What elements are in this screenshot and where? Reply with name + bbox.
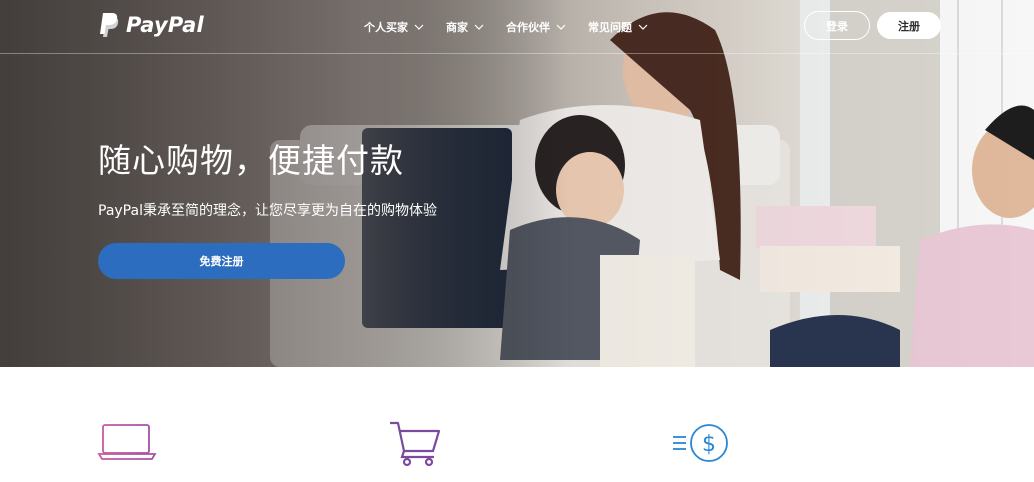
features-section: $ bbox=[0, 367, 1034, 482]
menu-item-label: 合作伙伴 bbox=[506, 21, 550, 34]
menu-item-faq[interactable]: 常见问题 bbox=[588, 19, 648, 35]
chevron-down-icon bbox=[556, 24, 566, 30]
chevron-down-icon bbox=[414, 24, 424, 30]
paypal-logo[interactable]: PayPal bbox=[98, 12, 204, 38]
hero-section: PayPal 个人买家 商家 合作伙伴 常见问题 登录 注册 随心购物，便捷付款… bbox=[0, 0, 1034, 367]
login-button[interactable]: 登录 bbox=[804, 11, 870, 40]
chevron-down-icon bbox=[638, 24, 648, 30]
main-menu: 个人买家 商家 合作伙伴 常见问题 bbox=[364, 19, 670, 35]
menu-item-business[interactable]: 商家 bbox=[446, 19, 484, 35]
menu-item-personal[interactable]: 个人买家 bbox=[364, 19, 424, 35]
paypal-p-icon bbox=[100, 13, 119, 37]
svg-text:$: $ bbox=[702, 432, 716, 457]
chevron-down-icon bbox=[474, 24, 484, 30]
fast-payment-dollar-icon: $ bbox=[673, 424, 728, 462]
shopping-cart-icon bbox=[390, 421, 441, 467]
menu-item-label: 个人买家 bbox=[364, 21, 408, 34]
laptop-icon bbox=[97, 424, 157, 460]
hero-headline: 随心购物，便捷付款 bbox=[98, 141, 404, 180]
free-signup-button[interactable]: 免费注册 bbox=[98, 243, 345, 279]
top-navigation: PayPal 个人买家 商家 合作伙伴 常见问题 登录 注册 bbox=[0, 0, 1034, 54]
menu-item-label: 商家 bbox=[446, 21, 468, 34]
signup-button[interactable]: 注册 bbox=[877, 12, 941, 39]
menu-item-label: 常见问题 bbox=[588, 21, 632, 34]
menu-item-partners[interactable]: 合作伙伴 bbox=[506, 19, 566, 35]
hero-subline: PayPal秉承至简的理念，让您尽享更为自在的购物体验 bbox=[98, 203, 437, 219]
brand-name: PayPal bbox=[126, 13, 204, 37]
hero-photo bbox=[0, 0, 1034, 367]
